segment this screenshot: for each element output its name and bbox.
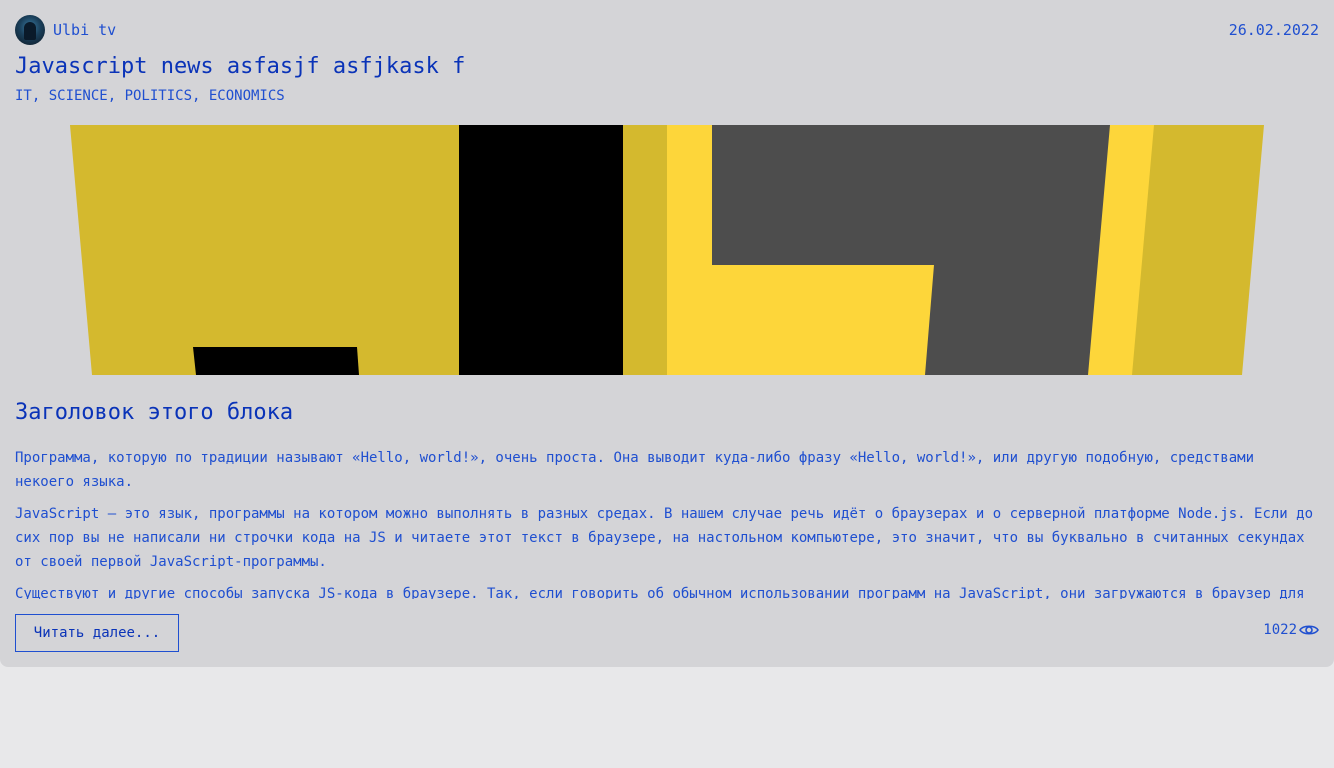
eye-icon (1299, 625, 1319, 635)
author-info: Ulbi tv (15, 15, 116, 45)
article-header: Ulbi tv 26.02.2022 (15, 14, 1319, 46)
article-card: Ulbi tv 26.02.2022 Javascript news asfas… (0, 0, 1334, 667)
article-tags: IT, SCIENCE, POLITICS, ECONOMICS (15, 88, 285, 104)
paragraph: Существуют и другие способы запуска JS-к… (15, 586, 1305, 599)
avatar (15, 15, 45, 45)
views-counter: 1022 (1263, 622, 1319, 638)
paragraph: JavaScript — это язык, программы на кото… (15, 506, 1314, 570)
read-more-button[interactable]: Читать далее... (15, 614, 179, 652)
article-image (70, 125, 1264, 375)
views-count: 1022 (1263, 622, 1297, 638)
article-date: 26.02.2022 (1228, 21, 1319, 39)
block-title: Заголовок этого блока (15, 400, 294, 425)
paragraph: Программа, которую по традиции называют … (15, 450, 1255, 490)
article-text: Программа, которую по традиции называют … (15, 446, 1315, 599)
author-name: Ulbi tv (53, 21, 117, 39)
article-title: Javascript news asfasjf asfjkask f (15, 54, 466, 79)
